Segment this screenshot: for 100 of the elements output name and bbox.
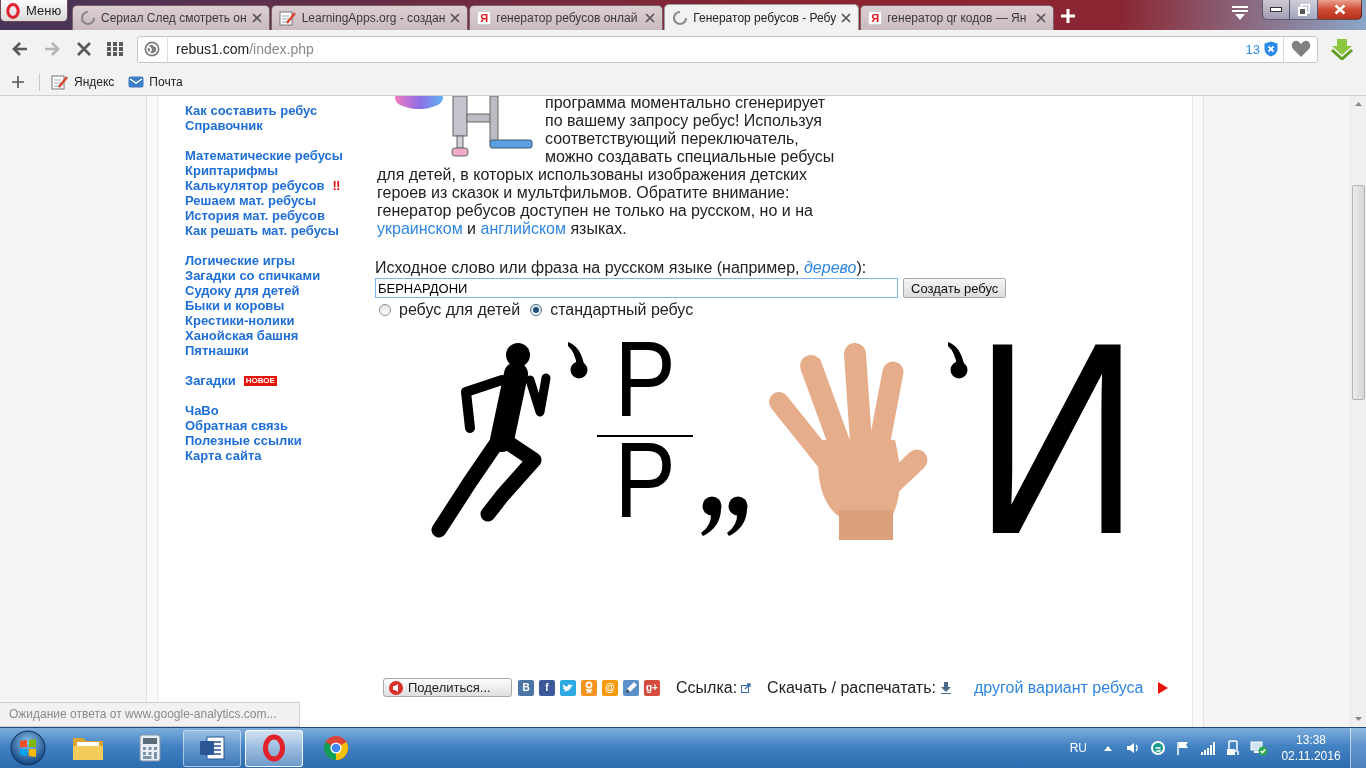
address-field[interactable]: rebus1.com/index.php 13 <box>137 35 1318 63</box>
circle-icon[interactable] <box>1150 740 1166 756</box>
tab[interactable]: Я генератор ребусов онлай <box>469 5 664 30</box>
share-button[interactable]: Поделиться... <box>383 678 512 697</box>
notepad-icon <box>51 73 69 90</box>
language-indicator[interactable]: RU <box>1069 741 1087 755</box>
bookmark-link[interactable]: Почта <box>128 74 183 89</box>
sidebar-link[interactable]: Как решать мат. ребусы <box>185 223 339 238</box>
sidebar-link[interactable]: Загадки <box>185 373 236 388</box>
description-text: для детей, в которых использованы изображения детских героев из сказок и мультфильмов. Обратите внимание: генератор ребусов доступен не только на русском, но и на украинском и английском языках. <box>377 166 814 238</box>
flag-icon[interactable] <box>1175 740 1191 756</box>
sidebar-link[interactable]: Криптарифмы <box>185 163 279 178</box>
close-icon[interactable] <box>251 13 262 23</box>
radio-button[interactable] <box>530 304 543 316</box>
network-icon[interactable] <box>1250 740 1268 756</box>
letter-tile-icon: Я <box>868 11 883 25</box>
clock-time[interactable]: 13:38 <box>1296 732 1326 748</box>
device-icon[interactable] <box>1225 740 1241 756</box>
signal-icon[interactable] <box>1200 740 1216 756</box>
restore-button[interactable] <box>1290 0 1318 20</box>
sidebar-link[interactable]: Пятнашки <box>185 343 249 358</box>
sidebar-link[interactable]: ЧаВо <box>185 403 219 418</box>
show-desktop-button[interactable] <box>1350 728 1366 768</box>
apostrophe-icon <box>566 340 588 380</box>
social-icon[interactable] <box>623 679 639 696</box>
link-label: Ссылка: <box>676 678 738 697</box>
apostrophe-icon <box>946 340 968 380</box>
radio-option[interactable]: ребус для детей <box>379 301 521 319</box>
notepad-icon <box>278 10 297 26</box>
tab[interactable]: Сериал След смотреть он <box>72 5 270 30</box>
grid-icon[interactable] <box>107 41 123 57</box>
download-icon[interactable] <box>1331 38 1353 60</box>
sidebar-link[interactable]: Быки и коровы <box>185 298 285 313</box>
close-icon[interactable] <box>450 13 461 23</box>
language-link[interactable]: английском <box>480 220 566 237</box>
sidebar-link[interactable]: Крестики-нолики <box>185 313 295 328</box>
taskbar-button[interactable] <box>245 729 303 767</box>
sidebar-link[interactable]: Решаем мат. ребусы <box>185 193 317 208</box>
sidebar-link[interactable]: Карта сайта <box>185 448 262 463</box>
menu-button[interactable]: Меню <box>0 0 68 22</box>
envelope-icon <box>128 74 145 89</box>
minimize-button[interactable] <box>1262 0 1290 20</box>
social-icon[interactable]: g+ <box>644 679 660 696</box>
clock-date[interactable]: 02.11.2016 <box>1281 748 1341 764</box>
o-logo-icon <box>6 2 20 19</box>
social-icon[interactable]: f <box>539 679 555 696</box>
radio-option[interactable]: стандартный ребус <box>530 301 694 319</box>
sidebar-link[interactable]: Ханойская башня <box>185 328 299 343</box>
comma-icon <box>701 496 722 536</box>
close-icon[interactable] <box>645 13 656 23</box>
stop-icon[interactable] <box>75 40 93 58</box>
sidebar-link[interactable]: Калькулятор ребусов <box>185 178 325 193</box>
tab[interactable]: Я генератор qr кодов — Ян <box>860 5 1055 30</box>
alert-mark: ‼ <box>332 178 341 193</box>
next-arrow-icon[interactable] <box>1158 681 1169 694</box>
restore-icon <box>1297 3 1310 16</box>
folder-icon <box>72 735 104 761</box>
radio-button[interactable] <box>379 304 391 316</box>
scroll-thumb[interactable] <box>1352 185 1365 400</box>
globe-icon <box>144 41 160 57</box>
back-icon[interactable] <box>11 40 29 58</box>
blocked-count[interactable]: 13 <box>1245 41 1260 57</box>
tab-menu-icon[interactable] <box>1230 5 1250 21</box>
sidebar-link[interactable]: Полезные ссылки <box>185 433 302 448</box>
shield-icon[interactable] <box>1264 41 1278 57</box>
close-icon[interactable] <box>1036 13 1047 23</box>
tab[interactable]: Генератор ребусов - Ребу <box>664 4 860 30</box>
example-link[interactable]: дерево <box>804 259 857 276</box>
comma-icon <box>727 496 748 536</box>
language-link[interactable]: украинском <box>377 220 463 237</box>
megaphone-icon <box>389 680 403 695</box>
sidebar-link[interactable]: Судоку для детей <box>185 283 300 298</box>
taskbar-button[interactable] <box>183 729 241 767</box>
scrollbar[interactable] <box>1350 96 1366 727</box>
sidebar-link[interactable]: Как составить ребус <box>185 103 318 118</box>
close-icon <box>1333 4 1346 15</box>
sidebar-link[interactable]: Логические игры <box>185 253 296 268</box>
sidebar-link[interactable]: Справочник <box>185 118 263 133</box>
word-input[interactable]: БЕРНАРДОНИ <box>375 278 898 298</box>
sidebar-link[interactable]: История мат. ребусов <box>185 208 325 223</box>
sidebar-link[interactable]: Загадки со спичками <box>185 268 321 283</box>
social-icon[interactable] <box>560 679 576 696</box>
bookmark-link[interactable]: Яндекс <box>51 73 115 90</box>
tab[interactable]: LearningApps.org - создан <box>270 5 469 30</box>
plus-icon[interactable] <box>12 75 24 88</box>
spinner-icon <box>672 9 689 26</box>
speaker-icon[interactable] <box>1125 740 1141 756</box>
create-button[interactable]: Создать ребус <box>903 278 1007 298</box>
sidebar-link[interactable]: Математические ребусы <box>185 148 343 163</box>
document-icon <box>198 734 226 762</box>
social-icon[interactable]: В <box>518 679 534 696</box>
close-button[interactable] <box>1318 0 1362 20</box>
other-variant-link[interactable]: другой вариант ребуса <box>973 678 1144 697</box>
sidebar-link[interactable]: Обратная связь <box>185 418 289 433</box>
external-link-icon[interactable] <box>741 682 752 693</box>
rebus-letter: Р <box>614 340 676 418</box>
heart-icon <box>1290 40 1311 58</box>
download-icon[interactable] <box>940 681 951 694</box>
close-icon[interactable] <box>841 12 852 23</box>
start-button[interactable] <box>10 730 46 766</box>
